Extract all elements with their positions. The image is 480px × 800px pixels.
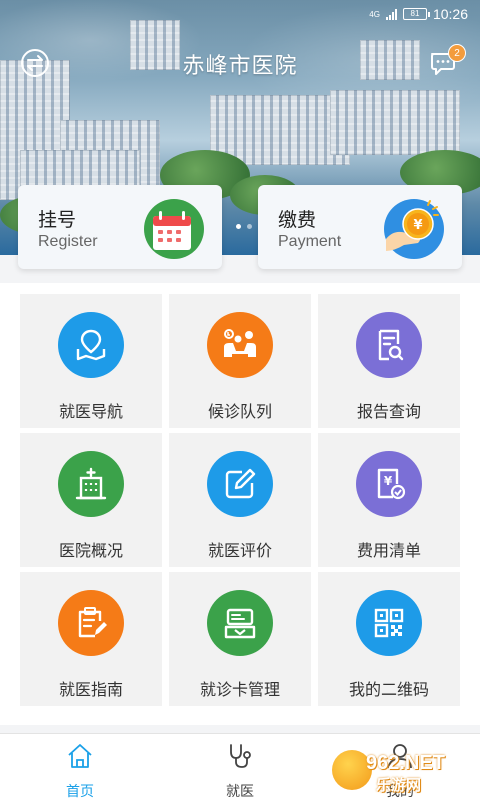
tile-label: 就医导航 <box>58 404 123 421</box>
tile-label: 就医评价 <box>207 543 272 560</box>
tile-card-management[interactable]: 就诊卡管理 <box>169 572 311 706</box>
edit-review-icon <box>207 451 273 517</box>
page-title: 赤峰市医院 <box>182 53 298 78</box>
tile-medical-guide[interactable]: 就医指南 <box>20 572 162 706</box>
payment-subtitle: Payment <box>278 233 342 250</box>
nav-label: 就医 <box>226 783 254 799</box>
map-navigation-icon <box>58 312 124 378</box>
tile-waiting-queue[interactable]: 候诊队列 <box>169 294 311 428</box>
tile-label: 医院概况 <box>58 543 123 560</box>
status-bar: 4G 81 10:26 <box>0 0 480 30</box>
register-card[interactable]: 挂号 Register <box>18 185 222 269</box>
banner-building <box>330 90 460 155</box>
calendar-icon <box>144 199 204 259</box>
watermark-subtext: 乐游网 <box>376 777 422 794</box>
battery-icon: 81 <box>402 8 430 20</box>
watermark-text: 962.NET <box>366 752 445 774</box>
guide-clipboard-icon <box>58 590 124 656</box>
tile-label: 报告查询 <box>356 404 421 421</box>
payment-title: 缴费 <box>278 210 317 231</box>
nav-medical[interactable]: 就医 <box>200 742 280 800</box>
qr-code-icon <box>356 590 422 656</box>
banner-pagination <box>236 224 252 229</box>
tile-label: 费用清单 <box>356 543 421 560</box>
stethoscope-icon <box>230 744 251 768</box>
tile-medical-review[interactable]: 就医评价 <box>169 433 311 567</box>
svg-text:¥: ¥ <box>413 218 422 233</box>
hospital-building-icon <box>58 451 124 517</box>
site-watermark: 962.NET 乐游网 <box>332 750 472 794</box>
function-grid: 就医导航 候诊队列 报告查询 医院概况 就医评价 ¥ 费用清单 就医指南 就诊卡… <box>0 283 480 725</box>
payment-card[interactable]: 缴费 Payment ¥ <box>258 185 462 269</box>
tile-label: 我的二维码 <box>348 682 429 699</box>
home-icon <box>68 744 92 768</box>
banner-dot[interactable] <box>247 224 252 229</box>
card-management-icon <box>207 590 273 656</box>
svg-text:¥: ¥ <box>384 474 393 488</box>
message-count-badge: 2 <box>448 44 466 62</box>
tile-label: 候诊队列 <box>207 404 272 421</box>
signal-icon <box>385 8 397 20</box>
waiting-queue-icon <box>207 312 273 378</box>
messages-button[interactable]: 2 <box>428 44 466 78</box>
tile-report-search[interactable]: 报告查询 <box>318 294 460 428</box>
nav-home[interactable]: 首页 <box>40 742 120 800</box>
fee-list-icon: ¥ <box>356 451 422 517</box>
nav-label: 首页 <box>66 783 94 799</box>
register-title: 挂号 <box>38 210 77 231</box>
tile-fee-list[interactable]: ¥ 费用清单 <box>318 433 460 567</box>
tile-label: 就医指南 <box>58 682 123 699</box>
report-search-icon <box>356 312 422 378</box>
clock: 10:26 <box>432 6 468 22</box>
banner-dot[interactable] <box>236 224 241 229</box>
tile-hospital-overview[interactable]: 医院概况 <box>20 433 162 567</box>
tile-label: 就诊卡管理 <box>199 682 280 699</box>
tile-medical-navigation[interactable]: 就医导航 <box>20 294 162 428</box>
tile-my-qr-code[interactable]: 我的二维码 <box>318 572 460 706</box>
register-subtitle: Register <box>38 233 98 250</box>
battery-level: 81 <box>410 9 420 18</box>
coin-payment-icon: ¥ <box>384 199 444 259</box>
network-type: 4G <box>369 9 380 19</box>
